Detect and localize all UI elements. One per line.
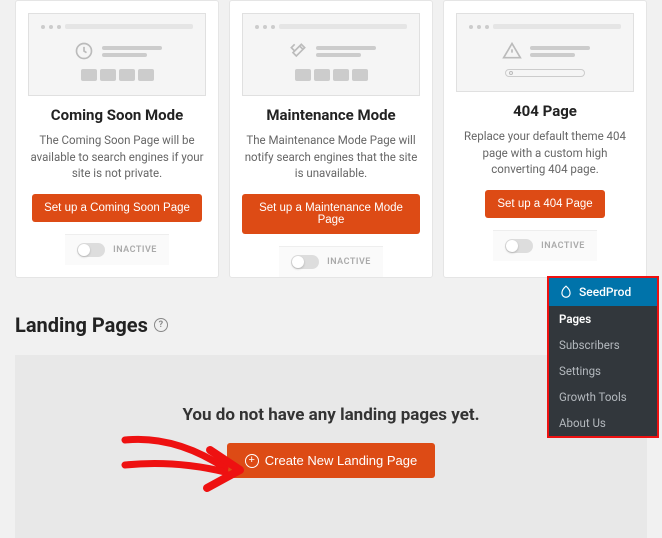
submenu-item-settings[interactable]: Settings [549,358,657,384]
submenu-item-pages[interactable]: Pages [549,306,657,332]
coming-soon-card: Coming Soon Mode The Coming Soon Page wi… [15,0,219,278]
404-card: 404 Page Replace your default theme 404 … [443,0,647,278]
preview-404 [456,13,634,92]
empty-state-title: You do not have any landing pages yet. [35,405,627,425]
404-toggle[interactable] [505,239,533,253]
card-desc: Replace your default theme 404 page with… [456,128,634,178]
preview-coming-soon [28,13,206,96]
status-label: INACTIVE [327,257,371,267]
section-title-text: Landing Pages [15,313,148,337]
submenu-header[interactable]: SeedProd [549,278,657,306]
submenu-header-label: SeedProd [579,285,631,299]
card-desc: The Maintenance Mode Page will notify se… [242,132,420,182]
card-title: 404 Page [513,102,577,120]
maintenance-card: Maintenance Mode The Maintenance Mode Pa… [229,0,433,278]
status-label: INACTIVE [113,245,157,255]
submenu-item-about-us[interactable]: About Us [549,410,657,436]
tools-icon [286,39,310,63]
help-icon[interactable]: ? [154,318,168,332]
plus-circle-icon: + [245,454,259,468]
seedprod-icon [559,285,573,299]
preview-maintenance [242,13,420,96]
setup-coming-soon-button[interactable]: Set up a Coming Soon Page [32,194,202,222]
seedprod-submenu: SeedProd Pages Subscribers Settings Grow… [547,276,659,438]
maintenance-toggle[interactable] [291,255,319,269]
submenu-item-growth-tools[interactable]: Growth Tools [549,384,657,410]
create-button-label: Create New Landing Page [265,453,418,468]
warning-icon [500,39,524,63]
card-title: Maintenance Mode [266,106,395,124]
setup-404-button[interactable]: Set up a 404 Page [485,190,604,218]
clock-icon [72,39,96,63]
mode-cards-row: Coming Soon Mode The Coming Soon Page wi… [15,0,647,278]
submenu-item-subscribers[interactable]: Subscribers [549,332,657,358]
create-landing-page-button[interactable]: + Create New Landing Page [227,443,436,478]
card-title: Coming Soon Mode [51,106,183,124]
coming-soon-toggle[interactable] [77,243,105,257]
status-label: INACTIVE [541,241,585,251]
card-desc: The Coming Soon Page will be available t… [28,132,206,182]
setup-maintenance-button[interactable]: Set up a Maintenance Mode Page [242,194,420,234]
